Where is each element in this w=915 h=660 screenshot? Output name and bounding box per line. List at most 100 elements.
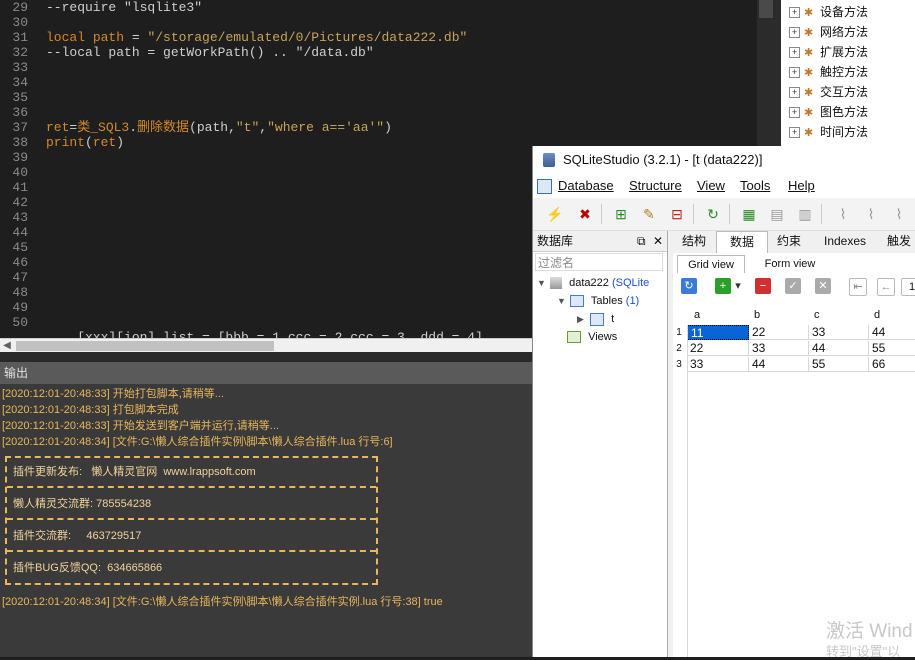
delete-table-icon[interactable]: ▥ [795,204,815,224]
scroll-thumb[interactable] [16,341,274,351]
add-database-icon[interactable]: ⊞ [611,204,631,224]
close-panel-icon[interactable]: ✕ [653,231,663,251]
output-line: [2020:12:01-20:48:33] 打包脚本完成 [2,404,179,416]
menu-structure[interactable]: Structure [629,174,682,198]
row-number[interactable]: 1 [673,325,685,340]
column-header-a[interactable]: a [694,307,700,323]
table-row[interactable]: 2 22 33 44 55 [673,341,915,357]
tree-database-node[interactable]: ▼ data222 (SQLite [537,275,649,291]
new-table-icon[interactable]: ▦ [739,204,759,224]
tab-grid-view[interactable]: Grid view [677,255,745,274]
gear-icon: ✱ [804,86,814,99]
code-line: --require "lsqlite3" [46,0,203,15]
commit-icon[interactable]: ✓ [785,278,801,294]
table-row[interactable]: 1 11 22 33 44 [673,325,915,341]
grid-cell[interactable]: 55 [869,341,915,356]
chevron-right-icon[interactable]: ▶ [577,311,587,327]
edit-index-icon[interactable]: ⌇ [861,204,881,224]
first-page-icon[interactable]: ⇤ [849,278,867,296]
float-panel-icon[interactable]: ⧉ [637,231,646,251]
tree-views-node[interactable]: Views [567,329,617,345]
grid-cell[interactable]: 33 [749,341,809,356]
disconnect-icon[interactable]: ✖ [575,204,595,224]
expand-icon[interactable]: + [789,47,800,59]
column-header-b[interactable]: b [754,307,760,323]
filter-input[interactable]: 过滤名 [535,253,663,271]
tree-item[interactable]: + ✱ 时间方法 [789,122,868,142]
output-line: [2020:12:01-20:48:33] 开始发送到客户端并运行,请稍等... [2,420,279,432]
gear-icon: ✱ [804,6,814,19]
rollback-icon[interactable]: ✕ [815,278,831,294]
scroll-thumb[interactable] [759,0,773,18]
grid-cell[interactable]: 55 [809,357,869,372]
line-number: 33 [12,60,28,75]
grid-cell[interactable]: 44 [809,341,869,356]
menu-help[interactable]: Help [788,174,815,198]
tab-structure[interactable]: 结构 [673,231,715,252]
chevron-down-icon[interactable]: ▼ [557,293,567,309]
panel-splitter[interactable] [0,352,532,362]
expand-icon[interactable]: + [789,67,800,79]
new-index-icon[interactable]: ⌇ [833,204,853,224]
tab-indexes[interactable]: Indexes [813,231,877,252]
tree-item[interactable]: + ✱ 图色方法 [789,102,868,122]
grid-cell[interactable]: 66 [869,357,915,372]
grid-cell[interactable]: 33 [809,325,869,340]
edit-database-icon[interactable]: ✎ [639,204,659,224]
tab-data[interactable]: 数据 [716,231,768,253]
row-number[interactable]: 2 [673,341,685,356]
grid-cell[interactable]: 11 [687,325,749,340]
page-number-field[interactable]: 1 [901,278,915,296]
grid-cell[interactable]: 44 [749,357,809,372]
expand-icon[interactable]: + [789,127,800,139]
gear-icon: ✱ [804,46,814,59]
delete-index-icon[interactable]: ⌇ [889,204,909,224]
tree-tables-node[interactable]: ▼ Tables (1) [557,293,639,309]
expand-icon[interactable]: + [789,27,800,39]
tree-table-t[interactable]: ▶ t [577,311,614,327]
column-header-c[interactable]: c [814,307,820,323]
code-string: "/storage/emulated/0/Pictures/data222.db… [147,30,468,45]
data-grid: a b c d 1 11 22 33 44 2 22 33 44 55 3 33… [673,303,915,657]
tree-item[interactable]: + ✱ 网络方法 [789,22,868,42]
refresh-icon[interactable]: ↻ [703,204,723,224]
refresh-data-icon[interactable]: ↻ [681,278,697,294]
scroll-left-arrow-icon[interactable]: ◀ [0,339,14,353]
table-row[interactable]: 3 33 44 55 66 [673,357,915,373]
delete-row-icon[interactable]: − [755,278,771,294]
expand-icon[interactable]: + [789,7,800,19]
line-number: 35 [12,90,28,105]
chevron-down-icon[interactable]: ▾ [733,278,743,294]
previous-page-icon[interactable]: ← [877,278,895,296]
line-number: 41 [12,180,28,195]
menu-database[interactable]: Database [558,174,614,198]
grid-cell[interactable]: 22 [749,325,809,340]
tree-item[interactable]: + ✱ 扩展方法 [789,42,868,62]
line-number: 44 [12,225,28,240]
grid-cell[interactable]: 44 [869,325,915,340]
tab-triggers[interactable]: 触发 [879,231,915,252]
row-number[interactable]: 3 [673,357,685,372]
expand-icon[interactable]: + [789,87,800,99]
editor-horizontal-scrollbar[interactable]: ◀ [0,338,533,353]
column-header-d[interactable]: d [874,307,880,323]
window-titlebar[interactable]: SQLiteStudio (3.2.1) - [t (data222)] [533,146,915,174]
menu-view[interactable]: View [697,174,725,198]
expand-icon[interactable]: + [789,107,800,119]
menu-tools[interactable]: Tools [740,174,770,198]
tree-item[interactable]: + ✱ 设备方法 [789,2,868,22]
edit-table-icon[interactable]: ▤ [767,204,787,224]
line-number: 40 [12,165,28,180]
grid-cell[interactable]: 22 [687,341,749,356]
tab-form-view[interactable]: Form view [755,255,825,273]
line-number: 45 [12,240,28,255]
line-number: 39 [12,150,28,165]
insert-row-icon[interactable]: + [715,278,731,294]
grid-cell[interactable]: 33 [687,357,749,372]
tab-constraints[interactable]: 约束 [767,231,811,252]
tree-item[interactable]: + ✱ 交互方法 [789,82,868,102]
tree-item[interactable]: + ✱ 触控方法 [789,62,868,82]
remove-database-icon[interactable]: ⊟ [667,204,687,224]
chevron-down-icon[interactable]: ▼ [537,275,547,291]
connect-icon[interactable]: ⚡ [545,204,565,224]
